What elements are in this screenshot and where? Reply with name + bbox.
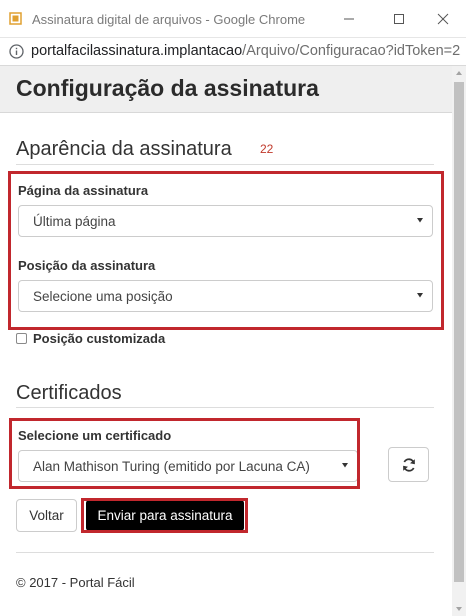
back-button[interactable]: Voltar	[16, 499, 77, 532]
divider	[16, 552, 434, 553]
refresh-certificates-button[interactable]	[388, 447, 429, 482]
address-bar[interactable]: portalfacilassinatura.implantacao/Arquiv…	[0, 38, 466, 66]
scroll-up-icon[interactable]	[452, 66, 466, 80]
document-icon	[9, 12, 22, 25]
highlight-box-submit	[81, 498, 248, 533]
window-titlebar: Assinatura digital de arquivos - Google …	[0, 0, 466, 38]
page-header: Configuração da assinatura	[0, 66, 452, 113]
window-title: Assinatura digital de arquivos - Google …	[32, 12, 306, 27]
appearance-section-title: Aparência da assinatura	[16, 138, 232, 160]
custom-position-checkbox[interactable]	[16, 333, 27, 344]
divider	[16, 164, 434, 165]
page-title: Configuração da assinatura	[16, 75, 319, 101]
appearance-count: 22	[260, 142, 274, 156]
info-icon[interactable]	[9, 44, 24, 59]
url-host: portalfacilassinatura.implantacao	[31, 43, 243, 59]
refresh-icon	[403, 458, 415, 472]
highlight-box-certificate	[9, 418, 360, 489]
custom-position-label[interactable]: Posição customizada	[33, 331, 165, 346]
minimize-button[interactable]	[334, 6, 364, 32]
close-window-button[interactable]	[428, 6, 458, 32]
page-content: Configuração da assinatura Aparência da …	[0, 66, 452, 616]
maximize-button[interactable]	[384, 6, 414, 32]
url-path: /Arquivo/Configuracao?idToken=22...	[242, 43, 461, 59]
scrollbar[interactable]	[452, 66, 466, 616]
scroll-down-icon[interactable]	[452, 602, 466, 616]
divider	[16, 407, 434, 408]
url-text[interactable]: portalfacilassinatura.implantacao/Arquiv…	[31, 43, 461, 59]
certificates-section-title: Certificados	[16, 382, 122, 404]
footer-text: © 2017 - Portal Fácil	[16, 575, 135, 590]
scrollbar-thumb[interactable]	[454, 82, 464, 582]
highlight-box-appearance	[8, 171, 444, 330]
